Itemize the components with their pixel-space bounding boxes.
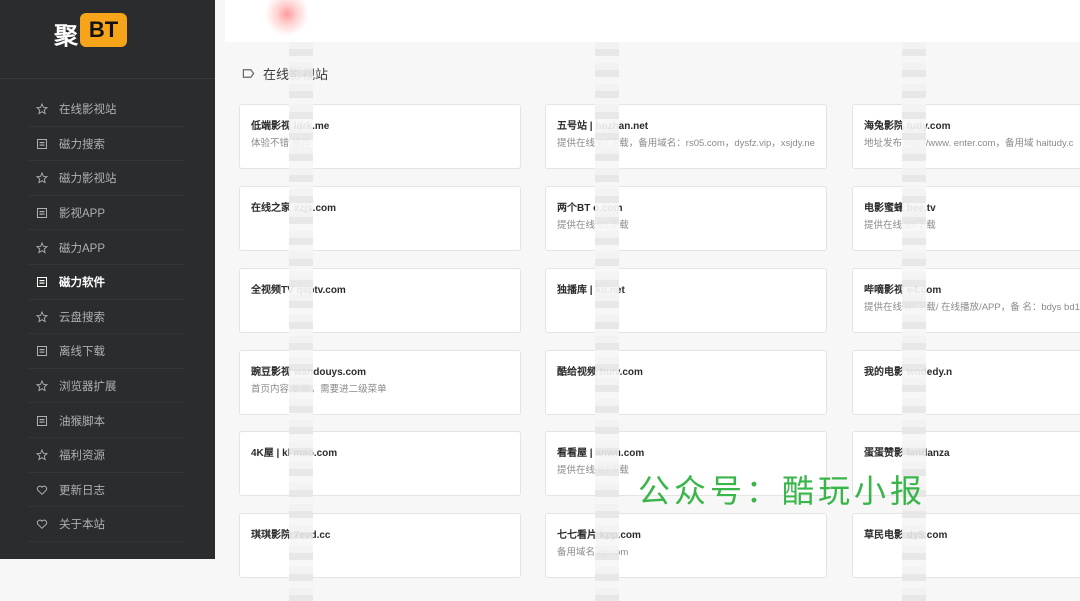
site-card[interactable]: 全视频TV qsptv.com bbox=[239, 268, 521, 333]
box-icon bbox=[36, 276, 48, 288]
sidebar-item[interactable]: 福利资源 bbox=[0, 438, 215, 473]
site-card[interactable]: 酷给视频 huiv.com bbox=[545, 350, 827, 415]
section-heading: 在线影视站 bbox=[242, 64, 328, 83]
sidebar-item[interactable]: 影视APP bbox=[0, 196, 215, 231]
site-card-desc: 提供在线 BT下载/ 在线播放/APP，备 名：bdys bd1s.com bbox=[864, 302, 1080, 313]
box-icon bbox=[36, 207, 48, 219]
heart-icon bbox=[36, 518, 48, 530]
sidebar-item-label: 在线影视站 bbox=[59, 104, 117, 117]
heart-icon bbox=[36, 484, 48, 496]
sidebar-item-label: 磁力APP bbox=[59, 242, 106, 255]
blurred-logo bbox=[225, 0, 335, 38]
box-icon bbox=[36, 415, 48, 427]
sidebar-item[interactable]: 在线影视站 bbox=[0, 92, 215, 127]
sidebar-item[interactable]: 磁力APP bbox=[0, 230, 215, 265]
star-icon bbox=[36, 241, 48, 254]
site-card[interactable]: 七七看片 kpp.com 备用域名 kp.com bbox=[545, 513, 827, 578]
sidebar-item[interactable]: 云盘搜索 bbox=[0, 300, 215, 335]
site-card-title: 草民电影 dy5.com bbox=[864, 530, 948, 541]
site-card-desc: 地址发布 http://www. enter.com，备用域 haitudy.c bbox=[864, 138, 1074, 149]
sidebar-item-label: 更新日志 bbox=[59, 484, 105, 497]
sidebar: 聚 BT 在线影视站磁力搜索磁力影视站影视APP 磁力APP 磁力软件云盘搜索离线下… bbox=[0, 0, 215, 559]
sidebar-item[interactable]: 磁力影视站 bbox=[0, 161, 215, 196]
blur-mask bbox=[595, 42, 619, 601]
sidebar-item[interactable]: 浏览器扩展 bbox=[0, 369, 215, 404]
top-header bbox=[225, 0, 1080, 42]
star-icon bbox=[36, 310, 48, 323]
star-icon bbox=[36, 449, 48, 461]
site-card[interactable]: 哔嘀影视 e4.com 提供在线 BT下载/ 在线播放/APP，备 名：bdys … bbox=[852, 268, 1080, 333]
blur-mask bbox=[902, 42, 926, 601]
tag-icon bbox=[242, 69, 255, 78]
site-card[interactable]: 两个BT o.com 提供在线 BT下载 bbox=[545, 186, 827, 251]
sidebar-item-label: 磁力影视站 bbox=[59, 173, 117, 186]
site-card-desc: 提供在线 BT下载 bbox=[864, 220, 936, 231]
sidebar-item[interactable]: 磁力搜索 bbox=[0, 127, 215, 162]
site-card-title: 哔嘀影视 e4.com bbox=[864, 285, 941, 296]
site-card[interactable]: 低端影视 ldrk.me体验不错 推荐 bbox=[239, 104, 521, 169]
sidebar-item-label: 关于本站 bbox=[59, 519, 105, 532]
sidebar-item-label: 磁力搜索 bbox=[59, 138, 105, 151]
sidebar-item-label: 浏览器扩展 bbox=[59, 381, 117, 394]
star-icon bbox=[36, 103, 48, 115]
site-card[interactable]: 我的电影 wodedy.n bbox=[852, 350, 1080, 415]
watermark-text: 公众号：酷玩小报 bbox=[638, 472, 927, 510]
blur-mask bbox=[289, 42, 313, 601]
sidebar-item-label: 云盘搜索 bbox=[59, 311, 105, 324]
site-card-title: 电影蜜蜂 bee.tv bbox=[864, 203, 936, 214]
site-card-title: 海兔影院 tudy.com bbox=[864, 121, 951, 132]
site-card[interactable]: 在线之家 xzjs.com bbox=[239, 186, 521, 251]
sidebar-item[interactable]: 离线下载 bbox=[0, 334, 215, 369]
sidebar-item-label: 离线下载 bbox=[59, 346, 105, 359]
site-card[interactable]: 电影蜜蜂 bee.tv 提供在线 BT下载 bbox=[852, 186, 1080, 251]
sidebar-item-label: 磁力软件 bbox=[59, 277, 105, 290]
star-icon bbox=[36, 172, 48, 185]
site-card-title: 蛋蛋赞影 landanza bbox=[864, 448, 950, 459]
star-icon bbox=[36, 380, 48, 392]
site-card[interactable]: 独播库 | ku.net bbox=[545, 268, 827, 333]
sidebar-item-label: 影视APP bbox=[59, 208, 106, 221]
box-icon bbox=[36, 138, 48, 150]
site-card[interactable]: 琪琪影院 7evd.cc bbox=[239, 513, 521, 578]
sidebar-item[interactable]: 更新日志 bbox=[0, 473, 215, 508]
sidebar-item-label: 福利资源 bbox=[59, 450, 105, 463]
sidebar-nav: 在线影视站磁力搜索磁力影视站影视APP 磁力APP 磁力软件云盘搜索离线下载浏览器扩… bbox=[0, 92, 215, 542]
sidebar-item[interactable]: 油猴脚本 bbox=[0, 403, 215, 438]
box-icon bbox=[36, 345, 48, 357]
site-card[interactable]: 草民电影 dy5.com bbox=[852, 513, 1080, 578]
site-card[interactable]: 豌豆影视 wandouys.com 首页内容 更新，需要进二级菜单 bbox=[239, 350, 521, 415]
logo-badge: BT bbox=[80, 13, 127, 47]
sidebar-item[interactable]: 磁力软件 bbox=[0, 265, 215, 300]
sidebar-item[interactable]: 关于本站 bbox=[0, 507, 215, 542]
site-card[interactable]: 五号站 | hozhan.net 提供在线 BT下载，备用域名：rs05.com，… bbox=[545, 104, 827, 169]
site-logo[interactable]: 聚 BT bbox=[0, 0, 215, 79]
site-card[interactable]: 海兔影院 tudy.com 地址发布 http://www. enter.com，… bbox=[852, 104, 1080, 169]
site-card[interactable]: 4K屋 | kl mao.com bbox=[239, 431, 521, 496]
logo-text: 聚 bbox=[54, 22, 78, 50]
site-card-title: 我的电影 wodedy.n bbox=[864, 367, 953, 378]
sidebar-item-label: 油猴脚本 bbox=[59, 415, 105, 428]
